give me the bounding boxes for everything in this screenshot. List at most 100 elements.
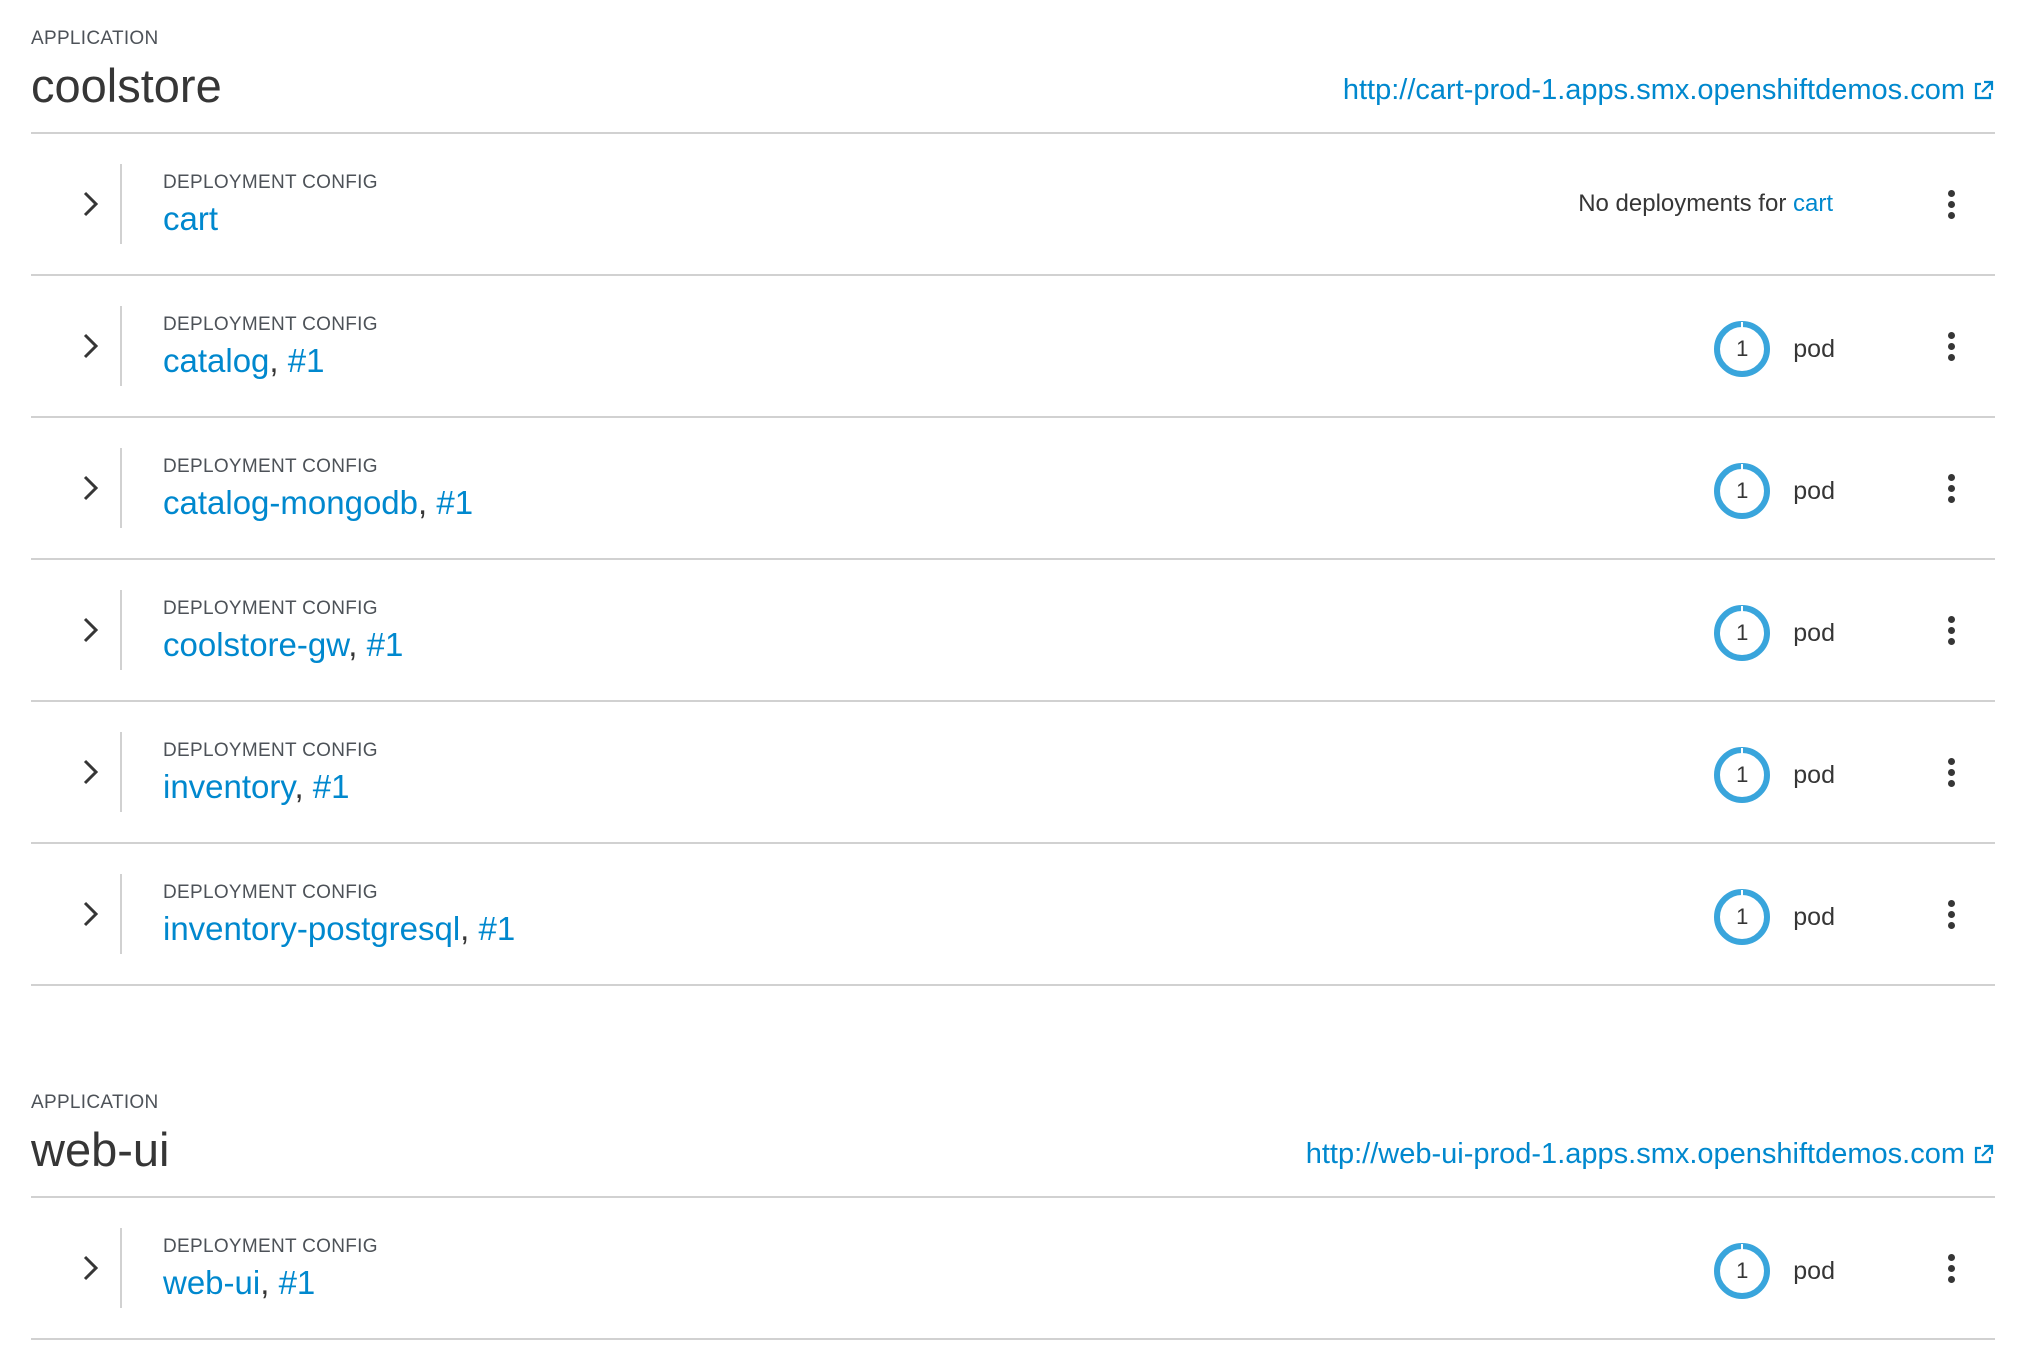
deployment-name-link[interactable]: web-ui: [163, 1264, 260, 1301]
application-route-link[interactable]: http://web-ui-prod-1.apps.smx.openshiftd…: [1306, 1138, 1995, 1171]
pod-status[interactable]: 1 pod: [1713, 320, 1835, 378]
kebab-menu-icon: [1947, 899, 1955, 907]
expand-toggle[interactable]: [67, 748, 115, 796]
kebab-menu-icon: [1947, 757, 1955, 765]
deployment-title: inventory-postgresql, #1: [163, 910, 515, 948]
actions-kebab-button[interactable]: [1931, 888, 1971, 940]
pod-count: 1: [1736, 904, 1749, 929]
route-url[interactable]: http://cart-prod-1.apps.smx.openshiftdem…: [1343, 74, 1965, 107]
pod-count: 1: [1736, 1258, 1749, 1283]
expand-toggle[interactable]: [67, 1244, 115, 1292]
kebab-menu-icon: [1947, 1253, 1955, 1261]
expand-toggle[interactable]: [67, 322, 115, 370]
pod-donut[interactable]: 1: [1713, 462, 1771, 520]
route-url[interactable]: http://web-ui-prod-1.apps.smx.openshiftd…: [1306, 1138, 1965, 1171]
row-divider: [120, 590, 122, 670]
row-divider: [120, 164, 122, 244]
pod-status[interactable]: 1 pod: [1713, 604, 1835, 662]
status-link[interactable]: cart: [1793, 190, 1833, 217]
deployment-revision-link[interactable]: #1: [279, 1264, 316, 1301]
pod-count: 1: [1736, 620, 1749, 645]
application-name: web-ui: [31, 1123, 170, 1176]
deployment-revision-link[interactable]: #1: [367, 626, 404, 663]
deployment-revision-link[interactable]: #1: [313, 768, 350, 805]
deployment-revision-link[interactable]: #1: [436, 484, 473, 521]
chevron-right-icon: [83, 1255, 99, 1281]
deployment-kicker: DEPLOYMENT CONFIG: [163, 1236, 378, 1257]
deployment-name-link[interactable]: catalog-mongodb: [163, 484, 418, 521]
deployment-title: catalog-mongodb, #1: [163, 484, 473, 522]
deployment-row-inventory: DEPLOYMENT CONFIG inventory, #1 1 pod: [31, 702, 1995, 844]
application-kicker: APPLICATION: [31, 1092, 159, 1113]
kebab-menu-icon: [1947, 473, 1955, 481]
deployment-title: catalog, #1: [163, 342, 324, 380]
deployment-name-link[interactable]: inventory-postgresql: [163, 910, 460, 947]
actions-kebab-button[interactable]: [1931, 320, 1971, 372]
deployment-row-catalog-mongodb: DEPLOYMENT CONFIG catalog-mongodb, #1 1 …: [31, 418, 1995, 560]
deployment-revision-link[interactable]: #1: [288, 342, 325, 379]
row-divider: [120, 1228, 122, 1308]
external-link-icon: [1974, 1144, 1994, 1163]
actions-kebab-button[interactable]: [1931, 1242, 1971, 1294]
title-separator: ,: [260, 1264, 279, 1301]
external-link-icon: [1974, 80, 1994, 99]
pod-donut[interactable]: 1: [1713, 320, 1771, 378]
pod-count: 1: [1736, 478, 1749, 503]
actions-kebab-button[interactable]: [1931, 746, 1971, 798]
actions-kebab-button[interactable]: [1931, 178, 1971, 230]
pod-label: pod: [1793, 334, 1835, 363]
row-divider: [120, 448, 122, 528]
pod-status[interactable]: 1 pod: [1713, 1242, 1835, 1300]
deployment-kicker: DEPLOYMENT CONFIG: [163, 598, 378, 619]
expand-toggle[interactable]: [67, 890, 115, 938]
deployment-kicker: DEPLOYMENT CONFIG: [163, 314, 378, 335]
application-header: APPLICATION coolstore http://cart-prod-1…: [31, 24, 1995, 134]
deployment-row-inventory-postgresql: DEPLOYMENT CONFIG inventory-postgresql, …: [31, 844, 1995, 986]
title-separator: ,: [348, 626, 367, 663]
deployment-title: coolstore-gw, #1: [163, 626, 403, 664]
actions-kebab-button[interactable]: [1931, 462, 1971, 514]
deployment-name-link[interactable]: catalog: [163, 342, 269, 379]
chevron-right-icon: [83, 759, 99, 785]
kebab-menu-icon: [1947, 615, 1955, 623]
deployment-name-link[interactable]: cart: [163, 200, 218, 237]
deployment-row-cart: DEPLOYMENT CONFIG cart No deployments fo…: [31, 134, 1995, 276]
status-prefix: No deployments for: [1578, 190, 1787, 217]
application-route-link[interactable]: http://cart-prod-1.apps.smx.openshiftdem…: [1343, 74, 1995, 107]
deployment-kicker: DEPLOYMENT CONFIG: [163, 740, 378, 761]
pod-status[interactable]: 1 pod: [1713, 746, 1835, 804]
application-section-web-ui: APPLICATION web-ui http://web-ui-prod-1.…: [31, 1088, 1995, 1340]
pod-label: pod: [1793, 902, 1835, 931]
kebab-menu-icon: [1947, 189, 1955, 197]
title-separator: ,: [269, 342, 288, 379]
pod-count: 1: [1736, 762, 1749, 787]
pod-label: pod: [1793, 1256, 1835, 1285]
pod-count: 1: [1736, 336, 1749, 361]
expand-toggle[interactable]: [67, 180, 115, 228]
application-section-coolstore: APPLICATION coolstore http://cart-prod-1…: [31, 24, 1995, 986]
title-separator: ,: [460, 910, 479, 947]
actions-kebab-button[interactable]: [1931, 604, 1971, 656]
row-divider: [120, 732, 122, 812]
title-separator: ,: [294, 768, 313, 805]
expand-toggle[interactable]: [67, 464, 115, 512]
pod-label: pod: [1793, 618, 1835, 647]
deployment-name-link[interactable]: coolstore-gw: [163, 626, 348, 663]
overview-page: APPLICATION coolstore http://cart-prod-1…: [0, 0, 2020, 1366]
deployment-title: cart: [163, 200, 218, 238]
application-header: APPLICATION web-ui http://web-ui-prod-1.…: [31, 1088, 1995, 1198]
row-divider: [120, 306, 122, 386]
deployment-name-link[interactable]: inventory: [163, 768, 294, 805]
deployment-row-web-ui: DEPLOYMENT CONFIG web-ui, #1 1 pod: [31, 1198, 1995, 1340]
pod-donut[interactable]: 1: [1713, 1242, 1771, 1300]
pod-donut[interactable]: 1: [1713, 746, 1771, 804]
deployment-kicker: DEPLOYMENT CONFIG: [163, 882, 378, 903]
deployment-revision-link[interactable]: #1: [479, 910, 516, 947]
pod-donut[interactable]: 1: [1713, 604, 1771, 662]
pod-status[interactable]: 1 pod: [1713, 462, 1835, 520]
pod-status[interactable]: 1 pod: [1713, 888, 1835, 946]
pod-donut[interactable]: 1: [1713, 888, 1771, 946]
expand-toggle[interactable]: [67, 606, 115, 654]
application-name: coolstore: [31, 59, 222, 112]
title-separator: ,: [418, 484, 437, 521]
